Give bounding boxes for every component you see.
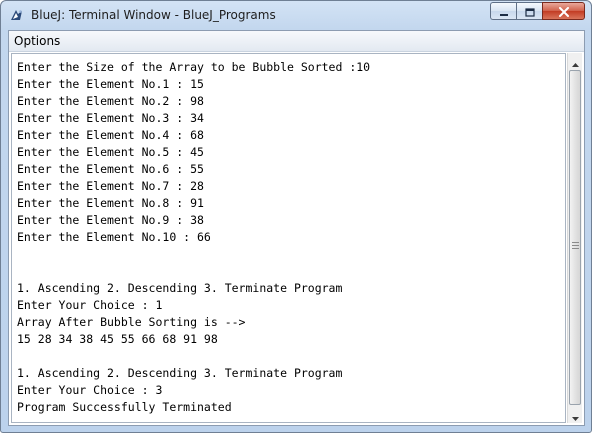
grip-icon	[572, 234, 579, 249]
terminal-line: Enter Your Choice : 1	[17, 298, 163, 312]
scrollbar-thumb[interactable]	[569, 70, 581, 405]
terminal-line: Enter the Size of the Array to be Bubble…	[17, 60, 371, 74]
window-client-area: Options Enter the Size of the Array to b…	[8, 30, 585, 426]
bluej-icon	[9, 7, 25, 23]
menu-bar: Options	[9, 31, 584, 52]
scroll-down-arrow-icon	[572, 406, 579, 425]
terminal-line: 1. Ascending 2. Descending 3. Terminate …	[17, 366, 343, 380]
terminal-window: BlueJ: Terminal Window - BlueJ_Programs …	[0, 0, 592, 433]
terminal-line: Enter the Element No.6 : 55	[17, 162, 204, 176]
terminal-line: Enter the Element No.8 : 91	[17, 196, 204, 210]
terminal-text: Enter the Size of the Array to be Bubble…	[12, 54, 565, 416]
scroll-up-button[interactable]	[568, 53, 583, 69]
terminal-line: 1. Ascending 2. Descending 3. Terminate …	[17, 281, 343, 295]
terminal-line: Enter the Element No.4 : 68	[17, 128, 204, 142]
maximize-button[interactable]	[516, 2, 542, 20]
caption-buttons	[490, 2, 585, 21]
terminal-line: Enter the Element No.3 : 34	[17, 111, 204, 125]
terminal-line: Enter the Element No.10 : 66	[17, 230, 211, 244]
terminal-line: Enter the Element No.5 : 45	[17, 145, 204, 159]
scroll-up-arrow-icon	[572, 52, 579, 71]
close-button[interactable]	[542, 2, 585, 20]
terminal-line: Enter the Element No.7 : 28	[17, 179, 204, 193]
close-icon	[558, 2, 570, 21]
menu-options[interactable]: Options	[13, 34, 61, 48]
terminal-line: 15 28 34 38 45 55 66 68 91 98	[17, 332, 218, 346]
terminal-line: Enter the Element No.9 : 38	[17, 213, 204, 227]
minimize-button[interactable]	[490, 2, 516, 20]
vertical-scrollbar[interactable]	[567, 53, 582, 423]
title-bar[interactable]: BlueJ: Terminal Window - BlueJ_Programs	[1, 1, 591, 29]
terminal-line: Program Successfully Terminated	[17, 400, 232, 414]
maximize-icon	[524, 2, 535, 21]
terminal-line: Enter the Element No.1 : 15	[17, 77, 204, 91]
minimize-icon	[499, 2, 509, 21]
terminal-output[interactable]: Enter the Size of the Array to be Bubble…	[11, 53, 566, 423]
terminal-line: Array After Bubble Sorting is -->	[17, 315, 246, 329]
terminal-line: Enter the Element No.2 : 98	[17, 94, 204, 108]
window-title: BlueJ: Terminal Window - BlueJ_Programs	[31, 8, 276, 22]
scroll-down-button[interactable]	[568, 407, 583, 423]
terminal-line: Enter Your Choice : 3	[17, 383, 163, 397]
